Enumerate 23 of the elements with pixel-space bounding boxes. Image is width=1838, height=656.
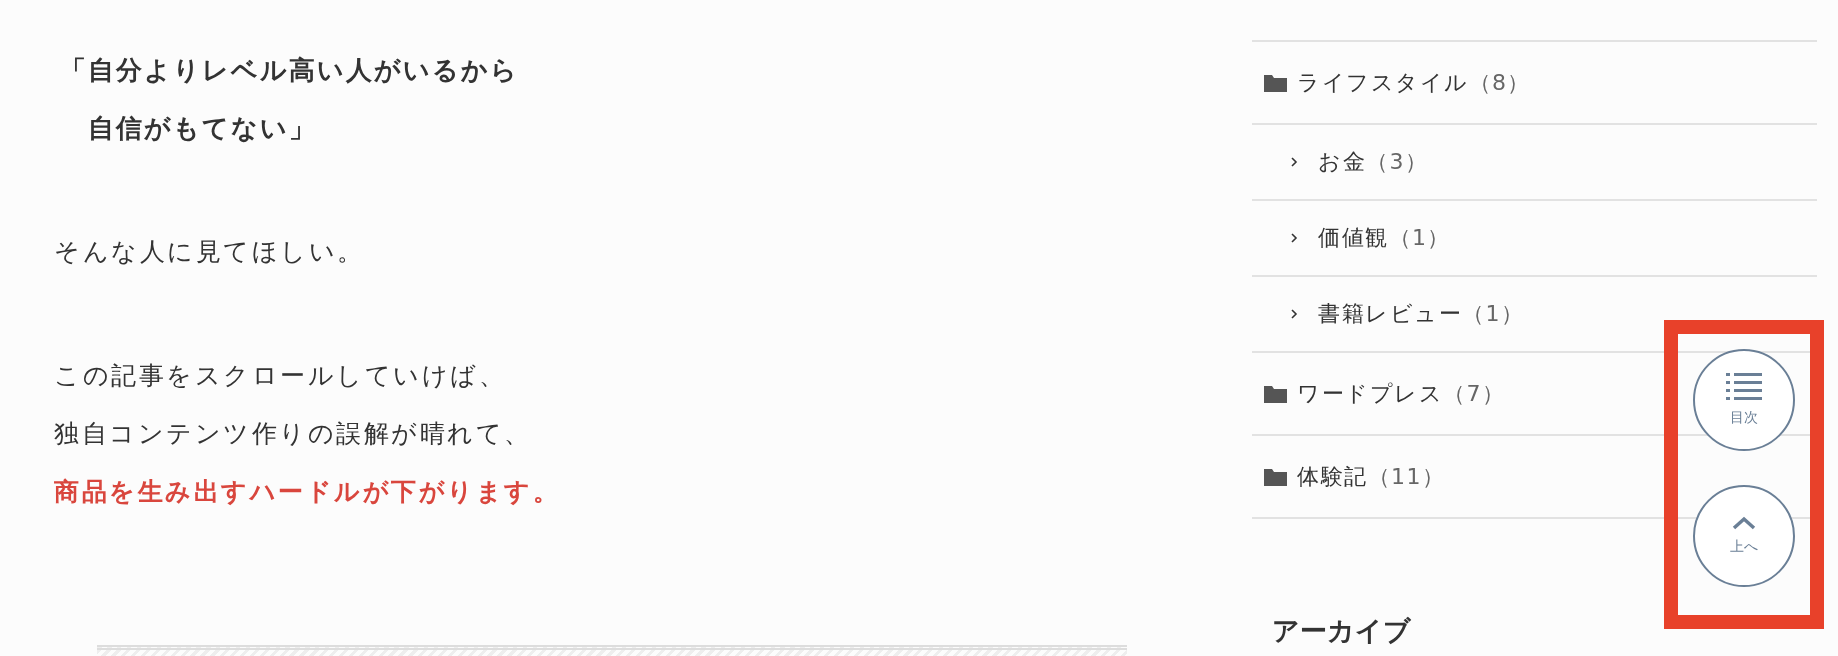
- chevron-up-icon: [1732, 516, 1756, 530]
- chevron-right-icon: [1290, 156, 1298, 168]
- body-text: 独自コンテンツ作りの誤解が晴れて、: [54, 418, 532, 450]
- back-to-top-button[interactable]: 上へ: [1693, 485, 1795, 587]
- quote-text: 「自分よりレベル高い人がいるから: [60, 54, 519, 87]
- highlighted-text: 商品を生み出すハードルが下がります。: [54, 476, 560, 508]
- list-icon: [1726, 373, 1762, 401]
- archive-heading: アーカイブ: [1272, 614, 1412, 648]
- folder-icon: [1264, 467, 1287, 486]
- category-link[interactable]: 価値観（1）: [1318, 223, 1451, 253]
- folder-icon: [1264, 73, 1287, 92]
- chevron-right-icon: [1290, 232, 1298, 244]
- chevron-right-icon: [1290, 308, 1298, 320]
- category-link[interactable]: ライフスタイル（8）: [1297, 67, 1531, 98]
- quote-text: 自信がもてない」: [88, 112, 317, 145]
- table-of-contents-button[interactable]: 目次: [1693, 349, 1795, 451]
- body-text: そんな人に見てほしい。: [54, 236, 365, 268]
- category-link[interactable]: ワードプレス（7）: [1297, 378, 1506, 409]
- category-link[interactable]: 体験記（11）: [1297, 461, 1446, 492]
- body-text: この記事をスクロールしていけば、: [54, 360, 506, 392]
- category-link[interactable]: お金（3）: [1318, 147, 1429, 177]
- folder-icon: [1264, 384, 1287, 403]
- category-link[interactable]: 書籍レビュー（1）: [1318, 299, 1525, 329]
